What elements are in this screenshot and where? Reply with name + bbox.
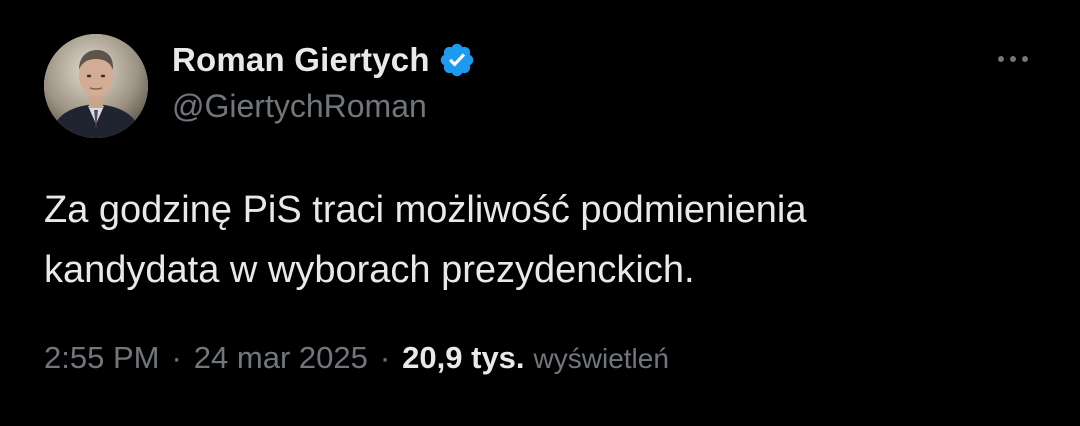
more-options-icon[interactable] — [990, 44, 1036, 74]
author-avatar[interactable] — [44, 34, 148, 138]
views-count[interactable]: 20,9 tys. — [402, 340, 524, 376]
profile-photo-icon — [44, 34, 148, 138]
meta-separator: · — [379, 340, 391, 375]
tweet-time[interactable]: 2:55 PM — [44, 340, 159, 376]
meta-separator: · — [171, 340, 182, 375]
views-label: wyświetleń — [533, 343, 669, 374]
tweet-text: Za godzinę PiS traci możliwość podmienie… — [44, 189, 807, 291]
tweet-metadata: 2:55 PM · 24 mar 2025 · 20,9 tys. wyświe… — [44, 340, 669, 388]
more-dot — [998, 56, 1004, 62]
verified-badge-icon[interactable] — [438, 41, 476, 79]
more-dot — [1010, 56, 1016, 62]
author-display-name[interactable]: Roman Giertych — [172, 41, 430, 79]
more-dot — [1022, 56, 1028, 62]
author-handle[interactable]: @GiertychRoman — [172, 88, 427, 125]
tweet-date[interactable]: 24 mar 2025 — [194, 340, 368, 376]
author-name-row: Roman Giertych — [172, 38, 476, 82]
tweet-card: Roman Giertych @GiertychRoman Za godzinę… — [0, 0, 1080, 426]
